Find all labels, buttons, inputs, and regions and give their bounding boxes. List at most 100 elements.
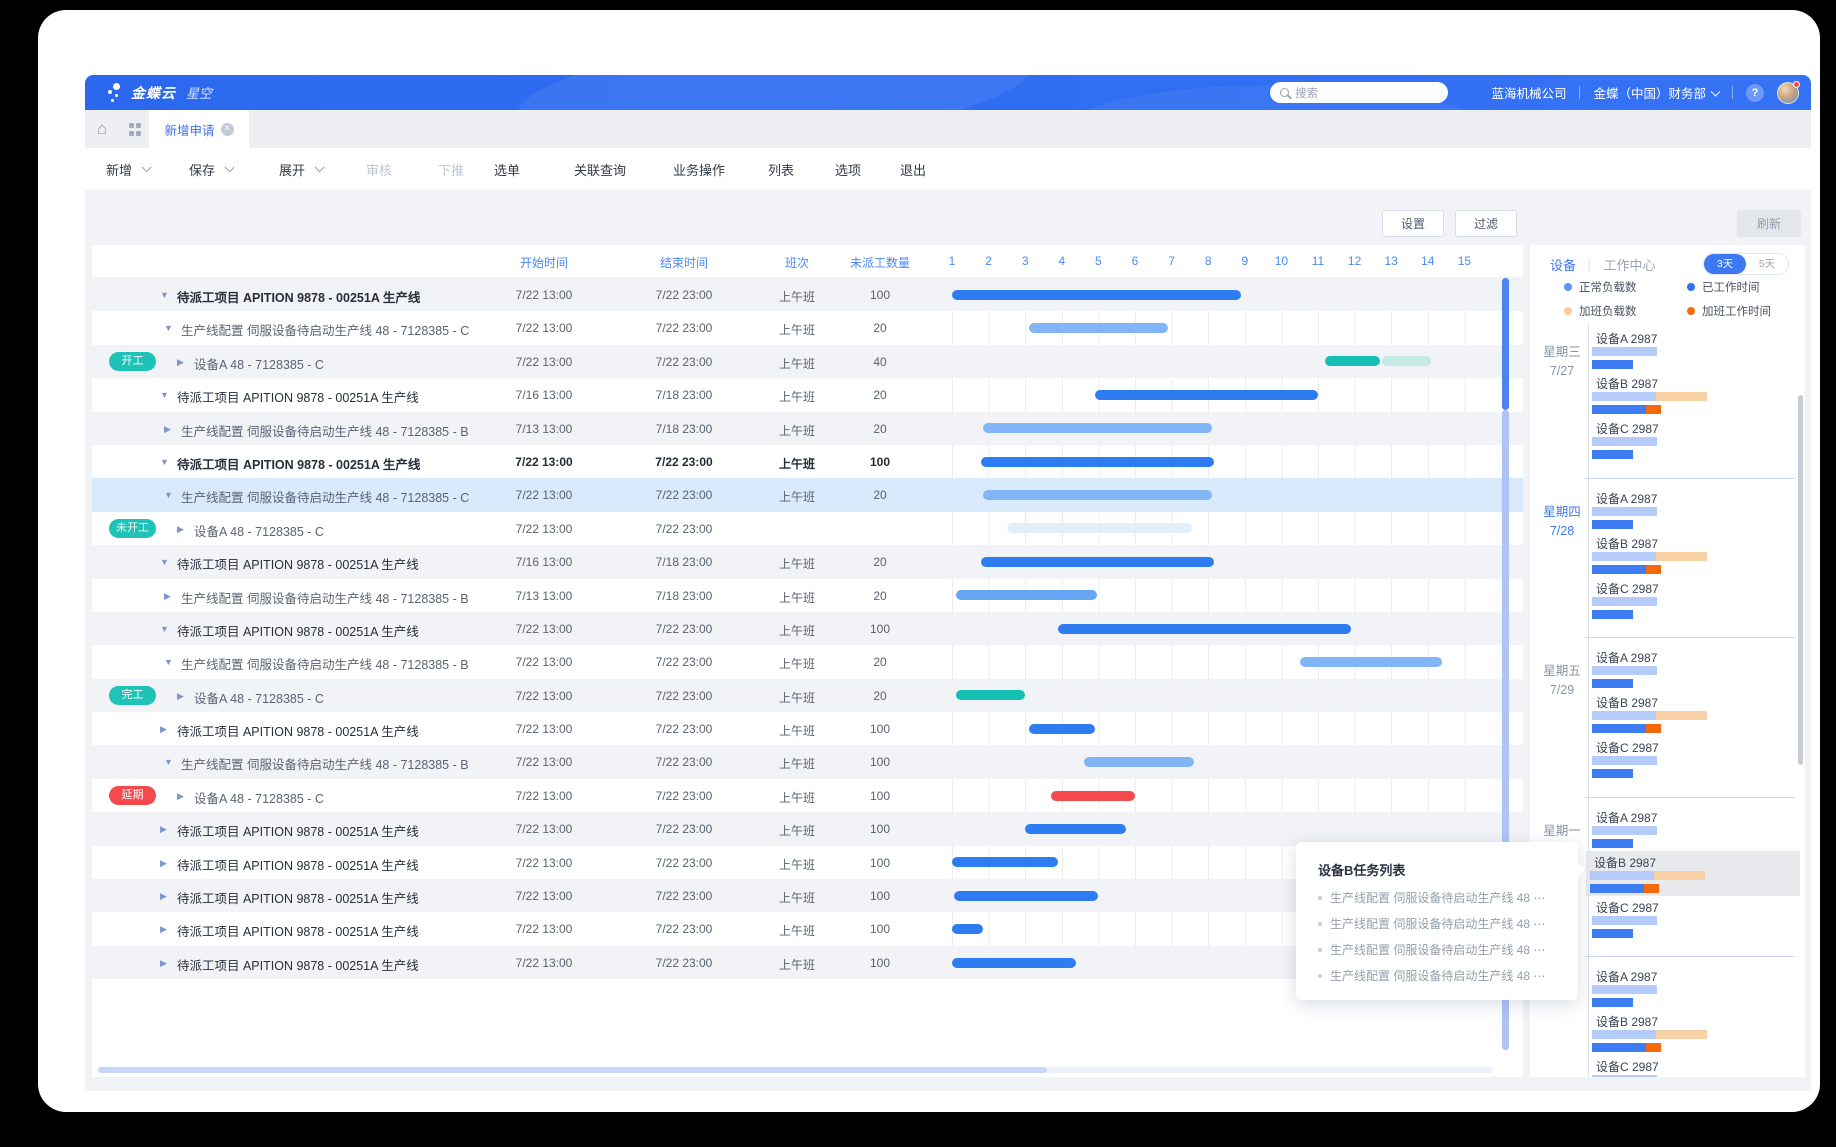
tooltip-task-item[interactable]: 生产线配置 伺服设备待启动生产线 48 ⋯ <box>1318 889 1545 906</box>
filter-button[interactable]: 过滤 <box>1455 210 1517 237</box>
table-row[interactable]: ▶生产线配置 伺服设备待启动生产线 48 - 7128385 - B7/13 1… <box>92 412 1523 445</box>
expand-caret-icon[interactable]: ▶ <box>160 958 167 969</box>
expand-caret-icon[interactable]: ▶ <box>160 858 167 869</box>
toolbar-item[interactable]: 选项 <box>835 148 861 190</box>
expand-caret-icon[interactable]: ▶ <box>177 357 184 368</box>
gantt-bar[interactable] <box>1325 356 1380 366</box>
gantt-bar[interactable] <box>952 290 1241 300</box>
expand-caret-icon[interactable]: ▶ <box>164 424 171 435</box>
tab-workcenter[interactable]: 工作中心 <box>1604 255 1656 274</box>
device-row[interactable]: 设备C 2987 <box>1588 736 1798 781</box>
column-header-end[interactable]: 结束时间 <box>660 254 708 271</box>
table-row[interactable]: ▶生产线配置 伺服设备待启动生产线 48 - 7128385 - B7/13 1… <box>92 579 1523 612</box>
table-row[interactable]: ▼生产线配置 伺服设备待启动生产线 48 - 7128385 - C7/22 1… <box>92 311 1523 344</box>
gantt-bar[interactable] <box>952 857 1058 867</box>
tooltip-task-item[interactable]: 生产线配置 伺服设备待启动生产线 48 ⋯ <box>1318 915 1545 932</box>
gantt-bar[interactable] <box>981 557 1213 567</box>
device-row[interactable]: 设备B 2987 <box>1588 532 1798 577</box>
collapse-caret-icon[interactable]: ▼ <box>160 457 169 467</box>
gantt-bar[interactable] <box>1025 824 1126 834</box>
column-header-shift[interactable]: 班次 <box>785 254 809 271</box>
expand-caret-icon[interactable]: ▶ <box>164 591 171 602</box>
settings-button[interactable]: 设置 <box>1382 210 1444 237</box>
refresh-button[interactable]: 刷新 <box>1737 210 1801 237</box>
device-row[interactable]: 设备A 2987 <box>1588 646 1798 691</box>
column-header-start[interactable]: 开始时间 <box>520 254 568 271</box>
gantt-bar[interactable] <box>1084 757 1194 767</box>
device-row[interactable]: 设备B 2987 <box>1588 1010 1798 1055</box>
expand-caret-icon[interactable]: ▶ <box>160 891 167 902</box>
toolbar-item[interactable]: 列表 <box>768 148 794 190</box>
toolbar-item[interactable]: 退出 <box>900 148 926 190</box>
apps-grid-icon[interactable] <box>129 123 142 136</box>
help-icon[interactable]: ? <box>1746 84 1764 102</box>
table-row[interactable]: ▼生产线配置 伺服设备待启动生产线 48 - 7128385 - C7/22 1… <box>92 478 1523 511</box>
gantt-bar[interactable] <box>954 891 1099 901</box>
gantt-bar[interactable] <box>1029 724 1095 734</box>
table-row[interactable]: 未开工▶设备A 48 - 7128385 - C7/22 13:007/22 2… <box>92 512 1523 545</box>
table-row[interactable]: ▶待派工项目 APITION 9878 - 00251A 生产线7/22 13:… <box>92 712 1523 745</box>
panel-scrollbar[interactable] <box>1798 395 1803 765</box>
table-row[interactable]: ▼待派工项目 APITION 9878 - 00251A 生产线7/16 13:… <box>92 378 1523 411</box>
toggle-5day[interactable]: 5天 <box>1746 254 1788 274</box>
home-icon[interactable]: ⌂ <box>97 119 107 139</box>
collapse-caret-icon[interactable]: ▼ <box>164 757 173 767</box>
expand-caret-icon[interactable]: ▶ <box>160 724 167 735</box>
device-row[interactable]: 设备B 2987 <box>1588 691 1798 736</box>
collapse-caret-icon[interactable]: ▼ <box>164 323 173 333</box>
column-header-qty[interactable]: 未派工数量 <box>850 254 910 271</box>
toolbar-item[interactable]: 业务操作 <box>673 148 725 190</box>
device-row[interactable]: 设备B 2987 <box>1586 851 1800 896</box>
day-range-toggle[interactable]: 3天 5天 <box>1703 253 1789 275</box>
expand-caret-icon[interactable]: ▶ <box>177 791 184 802</box>
toolbar-item[interactable]: 新增 <box>106 148 148 190</box>
toggle-3day[interactable]: 3天 <box>1704 254 1746 274</box>
table-row[interactable]: ▼生产线配置 伺服设备待启动生产线 48 - 7128385 - B7/22 1… <box>92 745 1523 778</box>
chevron-down-icon[interactable] <box>225 162 235 172</box>
close-tab-icon[interactable]: × <box>221 123 234 136</box>
gantt-bar[interactable] <box>1051 791 1135 801</box>
collapse-caret-icon[interactable]: ▼ <box>160 390 169 400</box>
chevron-down-icon[interactable] <box>315 162 325 172</box>
collapse-caret-icon[interactable]: ▼ <box>164 490 173 500</box>
device-row[interactable]: 设备A 2987 <box>1588 487 1798 532</box>
tooltip-task-item[interactable]: 生产线配置 伺服设备待启动生产线 48 ⋯ <box>1318 941 1545 958</box>
expand-caret-icon[interactable]: ▶ <box>160 924 167 935</box>
table-row[interactable]: ▶待派工项目 APITION 9878 - 00251A 生产线7/22 13:… <box>92 812 1523 845</box>
gantt-bar[interactable] <box>983 423 1212 433</box>
tooltip-task-item[interactable]: 生产线配置 伺服设备待启动生产线 48 ⋯ <box>1318 967 1545 984</box>
table-row[interactable]: 完工▶设备A 48 - 7128385 - C7/22 13:007/22 23… <box>92 679 1523 712</box>
table-row[interactable]: ▼待派工项目 APITION 9878 - 00251A 生产线7/22 13:… <box>92 278 1523 311</box>
gantt-bar[interactable] <box>983 490 1212 500</box>
collapse-caret-icon[interactable]: ▼ <box>164 657 173 667</box>
tab-device[interactable]: 设备 <box>1550 255 1576 274</box>
gantt-bar[interactable] <box>1300 657 1443 667</box>
tab-new-request[interactable]: 新增申请 × <box>149 110 249 148</box>
gantt-bar[interactable] <box>952 924 983 934</box>
toolbar-item[interactable]: 保存 <box>189 148 231 190</box>
toolbar-item[interactable]: 选单 <box>494 148 520 190</box>
collapse-caret-icon[interactable]: ▼ <box>160 557 169 567</box>
toolbar-item[interactable]: 展开 <box>279 148 321 190</box>
expand-caret-icon[interactable]: ▶ <box>160 824 167 835</box>
device-row[interactable]: 设备A 2987 <box>1588 965 1798 1010</box>
expand-caret-icon[interactable]: ▶ <box>177 524 184 535</box>
device-row[interactable]: 设备A 2987 <box>1588 806 1798 851</box>
gantt-bar[interactable] <box>1007 523 1192 533</box>
gantt-bar[interactable] <box>956 690 1026 700</box>
gantt-bar[interactable] <box>952 958 1076 968</box>
company-name[interactable]: 蓝海机械公司 <box>1491 83 1566 102</box>
table-row[interactable]: 延期▶设备A 48 - 7128385 - C7/22 13:007/22 23… <box>92 779 1523 812</box>
device-row[interactable]: 设备B 2987 <box>1588 372 1798 417</box>
gantt-bar[interactable] <box>1058 624 1351 634</box>
device-row[interactable]: 设备C 2987 <box>1588 417 1798 462</box>
device-row[interactable]: 设备A 2987 <box>1588 327 1798 372</box>
table-row[interactable]: ▼待派工项目 APITION 9878 - 00251A 生产线7/16 13:… <box>92 545 1523 578</box>
toolbar-item[interactable]: 关联查询 <box>574 148 626 190</box>
global-search-input[interactable]: 搜索 <box>1270 82 1448 103</box>
table-row[interactable]: 开工▶设备A 48 - 7128385 - C7/22 13:007/22 23… <box>92 345 1523 378</box>
gantt-bar[interactable] <box>956 590 1097 600</box>
device-row[interactable]: 设备C 2987 <box>1588 1055 1798 1077</box>
horizontal-scrollbar[interactable] <box>98 1067 1493 1073</box>
expand-caret-icon[interactable]: ▶ <box>177 691 184 702</box>
